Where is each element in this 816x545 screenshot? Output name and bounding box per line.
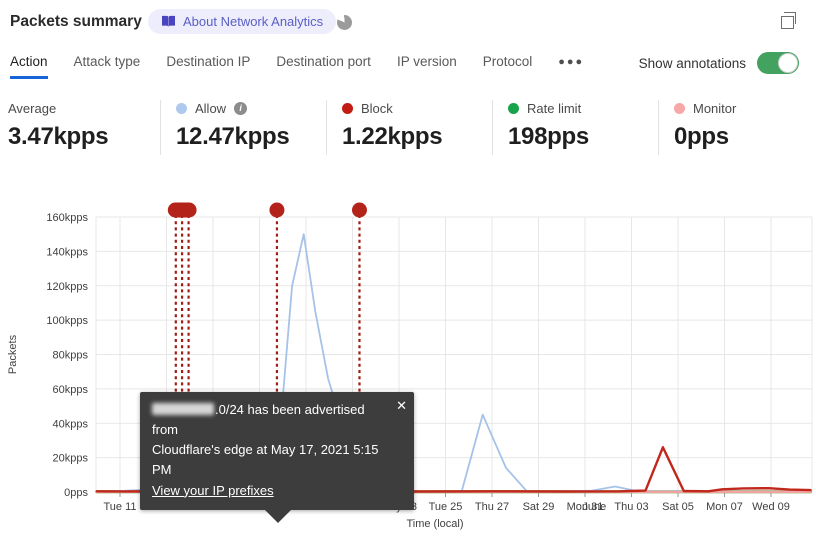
redacted-ip-prefix <box>152 403 214 415</box>
svg-text:20kpps: 20kpps <box>53 453 89 465</box>
stat-divider <box>492 100 493 155</box>
svg-text:Tue 11: Tue 11 <box>103 501 136 513</box>
svg-text:Mon 07: Mon 07 <box>706 501 743 513</box>
view-ip-prefixes-link[interactable]: View your IP prefixes <box>152 483 274 498</box>
toggle-knob <box>778 53 798 73</box>
more-tabs-icon[interactable]: ●●● <box>558 54 584 68</box>
tooltip-line2: Cloudflare's edge at May 17, 2021 5:15 P… <box>152 442 379 478</box>
svg-text:Sat 05: Sat 05 <box>662 501 694 513</box>
tab-destination-port[interactable]: Destination port <box>276 54 371 76</box>
stat-divider <box>160 100 161 155</box>
svg-text:0pps: 0pps <box>64 487 88 499</box>
allow-series-dot <box>176 102 187 114</box>
badge-label: About Network Analytics <box>183 14 324 29</box>
tab-ip-version[interactable]: IP version <box>397 54 457 76</box>
page-title: Packets summary <box>10 13 142 30</box>
stat-value: 12.47kpps <box>176 123 290 150</box>
info-icon[interactable]: i <box>234 101 248 115</box>
svg-text:Packets: Packets <box>7 334 19 374</box>
show-annotations-toggle[interactable] <box>757 52 799 74</box>
stat-allow: Allow i 12.47kpps <box>176 100 290 151</box>
stat-block: Block 1.22kpps <box>342 100 443 151</box>
packets-time-series-chart[interactable]: 0pps 20kpps 40kpps 60kpps 80kpps 100kpps 120kp… <box>0 195 816 545</box>
stat-label: Allow <box>195 100 227 116</box>
svg-text:Sat 29: Sat 29 <box>523 501 555 513</box>
svg-text:Time (local): Time (local) <box>406 518 463 530</box>
dimension-tabs: Action Attack type Destination IP Destin… <box>10 54 584 79</box>
svg-text:Thu 03: Thu 03 <box>614 501 648 513</box>
svg-text:Tue 25: Tue 25 <box>429 501 463 513</box>
svg-text:June: June <box>582 501 606 513</box>
monitor-series-dot <box>674 102 685 114</box>
svg-text:40kpps: 40kpps <box>53 418 89 430</box>
stat-value: 198pps <box>508 123 589 150</box>
open-in-new-window-icon[interactable] <box>781 12 796 29</box>
svg-text:160kpps: 160kpps <box>46 212 88 224</box>
stat-label: Block <box>361 100 393 116</box>
stat-label: Monitor <box>693 100 737 116</box>
tab-destination-ip[interactable]: Destination IP <box>166 54 250 76</box>
block-series-dot <box>342 102 353 114</box>
tab-action[interactable]: Action <box>10 54 48 79</box>
show-annotations-label: Show annotations <box>638 55 746 71</box>
stat-label: Average <box>8 100 57 116</box>
stat-label: Rate limit <box>527 100 582 116</box>
about-network-analytics-badge[interactable]: About Network Analytics <box>148 9 337 34</box>
close-icon[interactable]: ✕ <box>396 396 407 416</box>
usage-pie-icon <box>337 15 352 30</box>
tooltip-caret <box>264 508 292 523</box>
network-analytics-panel: Packets summary About Network Analytics … <box>0 0 816 545</box>
svg-text:Wed 09: Wed 09 <box>752 501 790 513</box>
book-icon <box>162 15 175 27</box>
svg-text:140kpps: 140kpps <box>46 246 88 258</box>
stat-divider <box>658 100 659 155</box>
stat-value: 1.22kpps <box>342 123 443 150</box>
stat-rate-limit: Rate limit 198pps <box>508 100 589 151</box>
svg-text:60kpps: 60kpps <box>53 384 89 396</box>
stat-value: 3.47kpps <box>8 123 109 150</box>
tab-protocol[interactable]: Protocol <box>483 54 533 76</box>
svg-text:Thu 27: Thu 27 <box>475 501 509 513</box>
stat-divider <box>326 100 327 155</box>
svg-text:80kpps: 80kpps <box>53 350 89 362</box>
stat-value: 0pps <box>674 123 729 150</box>
show-annotations-control: Show annotations <box>639 52 799 74</box>
svg-text:100kpps: 100kpps <box>46 315 88 327</box>
tab-attack-type[interactable]: Attack type <box>74 54 141 76</box>
rate-limit-series-dot <box>508 102 519 114</box>
svg-text:120kpps: 120kpps <box>46 281 88 293</box>
stat-average: Average 3.47kpps <box>8 100 109 151</box>
stat-monitor: Monitor 0pps <box>674 100 736 151</box>
ip-prefix-annotation-tooltip: ✕ .0/24 has been advertised from Cloudfl… <box>140 392 414 523</box>
